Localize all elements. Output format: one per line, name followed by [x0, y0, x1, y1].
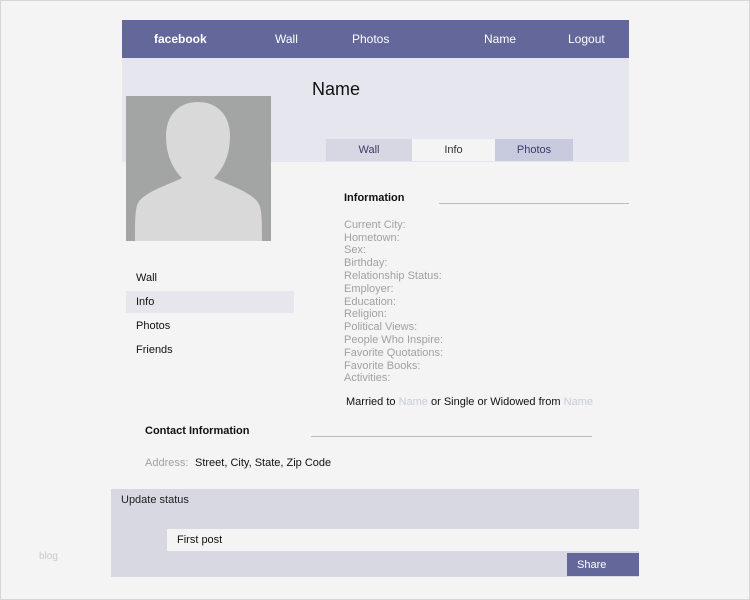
field-activities: Activities: [344, 372, 391, 384]
tab-wall[interactable]: Wall [326, 139, 412, 161]
address-label: Address: [145, 457, 189, 469]
sidebar-item-wall[interactable]: Wall [126, 267, 294, 289]
tab-photos[interactable]: Photos [495, 139, 573, 161]
nav-photos-link[interactable]: Photos [352, 20, 389, 58]
share-button[interactable]: Share [567, 553, 639, 576]
field-current-city: Current City: [344, 219, 406, 231]
married-middle-text: or Single or Widowed from [427, 396, 564, 408]
field-favorite-quotations: Favorite Quotations: [344, 347, 444, 359]
top-navigation-bar: facebook Wall Photos Name Logout [122, 20, 629, 58]
status-input[interactable] [167, 529, 639, 551]
field-birthday: Birthday: [344, 257, 388, 269]
partner-name-link[interactable]: Name [399, 396, 428, 408]
field-sex: Sex: [344, 244, 367, 256]
field-people-who-inspire: People Who Inspire: [344, 334, 444, 346]
field-religion: Religion: [344, 308, 387, 320]
information-divider [439, 203, 629, 204]
relationship-line: Married to Name or Single or Widowed fro… [346, 396, 593, 408]
information-heading: Information [344, 192, 405, 204]
user-silhouette-icon [126, 96, 271, 241]
profile-picture[interactable] [126, 96, 271, 241]
contact-divider [311, 436, 592, 437]
nav-name-link[interactable]: Name [484, 20, 516, 58]
profile-name: Name [312, 79, 361, 99]
former-partner-name-link[interactable]: Name [564, 396, 593, 408]
update-status-label: Update status [121, 494, 189, 506]
sidebar-item-friends[interactable]: Friends [126, 339, 294, 361]
field-relationship-status: Relationship Status: [344, 270, 442, 282]
tab-info[interactable]: Info [412, 139, 495, 161]
nav-wall-link[interactable]: Wall [275, 20, 298, 58]
sidebar-item-info[interactable]: Info [126, 291, 294, 313]
nav-logout-link[interactable]: Logout [568, 20, 605, 58]
contact-information-heading: Contact Information [145, 425, 250, 437]
address-value: Street, City, State, Zip Code [195, 457, 332, 469]
field-political-views: Political Views: [344, 321, 418, 333]
facebook-logo-link[interactable]: facebook [154, 20, 207, 58]
sidebar-item-photos[interactable]: Photos [126, 315, 294, 337]
watermark-text: blog [39, 551, 58, 562]
married-prefix: Married to [346, 396, 399, 408]
field-employer: Employer: [344, 283, 394, 295]
